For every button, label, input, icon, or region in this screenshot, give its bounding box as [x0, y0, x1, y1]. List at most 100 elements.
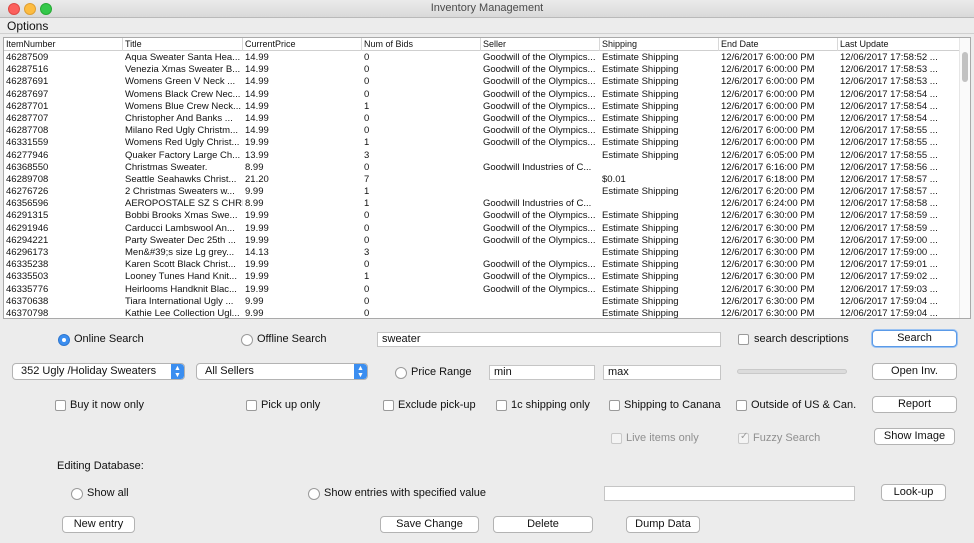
- table-row[interactable]: 46287707 Christopher And Banks ... 14.99 0 G…: [4, 113, 960, 125]
- table-cell: 46287697: [6, 88, 49, 100]
- seller-select[interactable]: All Sellers ▲ ▼: [196, 363, 368, 380]
- table-row[interactable]: 46287509 Aqua Sweater Santa Hea... 14.99 0 G…: [4, 52, 960, 64]
- search-button[interactable]: Search: [872, 330, 957, 347]
- show-all-radio[interactable]: [71, 488, 83, 500]
- table-cell: 12/06/2017 17:59:00 ...: [840, 247, 938, 258]
- column-header[interactable]: Title: [123, 38, 243, 51]
- table-cell: 9.99: [245, 186, 264, 198]
- table-cell: 14.13: [245, 247, 269, 258]
- table-cell: 19.99: [245, 271, 269, 283]
- table-cell: Estimate Shipping: [602, 271, 679, 283]
- column-header[interactable]: Last Update: [838, 38, 960, 51]
- table-cell: 14.99: [245, 76, 269, 88]
- table-row[interactable]: 46370798 Kathie Lee Collection Ugl... 9.99…: [4, 307, 960, 319]
- table-cell: Goodwill of the Olympics...: [483, 222, 596, 234]
- max-price-input[interactable]: max: [603, 365, 721, 380]
- table-cell: 14.99: [245, 64, 269, 76]
- pick-up-only-checkbox[interactable]: [246, 400, 257, 411]
- price-range-radio[interactable]: [395, 367, 407, 379]
- table-row[interactable]: 46291315 Bobbi Brooks Xmas Swe... 19.99 0 Go…: [4, 210, 960, 222]
- exclude-pickup-checkbox[interactable]: [383, 400, 394, 411]
- table-row[interactable]: 46276726 2 Christmas Sweaters w... 9.99 1 Es…: [4, 186, 960, 198]
- online-search-radio[interactable]: [58, 334, 70, 346]
- show-specified-radio[interactable]: [308, 488, 320, 500]
- category-select[interactable]: 352 Ugly /Holiday Sweaters ▲ ▼: [12, 363, 185, 380]
- table-cell: 8.99: [245, 161, 264, 173]
- table-row[interactable]: 46287697 Womens Black Crew Nec... 14.99 0 Go…: [4, 89, 960, 101]
- lookup-button[interactable]: Look-up: [881, 484, 946, 501]
- chevron-updown-icon: ▲ ▼: [171, 364, 184, 379]
- dump-data-button[interactable]: Dump Data: [626, 516, 700, 533]
- column-header[interactable]: ItemNumber: [4, 38, 123, 51]
- table-row[interactable]: 46296173 Men&#39;s size Lg grey... 14.13 3 E…: [4, 247, 960, 259]
- table-cell: Estimate Shipping: [602, 52, 679, 63]
- seller-select-value: All Sellers: [205, 365, 254, 377]
- table-cell: Goodwill Industries of C...: [483, 198, 592, 210]
- column-header[interactable]: Seller: [481, 38, 600, 51]
- column-header[interactable]: End Date: [719, 38, 838, 51]
- min-price-input[interactable]: min: [489, 365, 595, 380]
- table-cell: 46335238: [6, 259, 49, 271]
- table-row[interactable]: 46277946 Quaker Factory Large Ch... 13.99 3…: [4, 150, 960, 162]
- shipping-canada-checkbox[interactable]: [609, 400, 620, 411]
- live-items-checkbox[interactable]: [611, 433, 622, 444]
- show-all-label: Show all: [87, 487, 129, 499]
- table-row[interactable]: 46335776 Heirlooms Handknit Blac... 19.99 0…: [4, 284, 960, 296]
- offline-search-radio[interactable]: [241, 334, 253, 346]
- column-header[interactable]: Num of Bids: [362, 38, 481, 51]
- table-cell: 1: [364, 186, 370, 198]
- buy-it-now-checkbox[interactable]: [55, 400, 66, 411]
- table-cell: 1: [364, 100, 370, 112]
- table-row[interactable]: 46368550 Christmas Sweater. 8.99 0 Goodwill …: [4, 162, 960, 174]
- table-row[interactable]: 46335503 Looney Tunes Hand Knit... 19.99 1 G…: [4, 271, 960, 283]
- table-row[interactable]: 46356596 AEROPOSTALE SZ S CHRI... 8.99 1 Goo…: [4, 198, 960, 210]
- new-entry-button[interactable]: New entry: [62, 516, 135, 533]
- search-input[interactable]: sweater: [377, 332, 721, 347]
- table-cell: 0: [364, 210, 370, 222]
- save-change-button[interactable]: Save Change: [380, 516, 479, 533]
- table-cell: 19.99: [245, 234, 269, 246]
- table-row[interactable]: 46287691 Womens Green V Neck ... 14.99 0 Goo…: [4, 76, 960, 88]
- table-row[interactable]: 46289708 Seattle Seahawks Christ... 21.20 7…: [4, 174, 960, 186]
- fuzzy-search-label: Fuzzy Search: [753, 432, 821, 444]
- table-row[interactable]: 46291946 Carducci Lambswool An... 19.99 0 Go…: [4, 223, 960, 235]
- table-row[interactable]: 46287701 Womens Blue Crew Neck... 14.99 1 Go…: [4, 101, 960, 113]
- show-image-button[interactable]: Show Image: [874, 428, 955, 445]
- table-row[interactable]: 46335238 Karen Scott Black Christ... 19.99…: [4, 259, 960, 271]
- table-cell: 0: [364, 307, 370, 319]
- delete-button[interactable]: Delete: [493, 516, 593, 533]
- table-cell: 14.99: [245, 112, 269, 124]
- table-cell: 12/06/2017 17:58:55 ...: [840, 137, 938, 149]
- table-cell: 12/6/2017 6:30:00 PM: [721, 247, 815, 258]
- search-descriptions-checkbox[interactable]: [738, 334, 749, 345]
- table-row[interactable]: 46294221 Party Sweater Dec 25th ... 19.99 0…: [4, 235, 960, 247]
- fuzzy-search-checkbox[interactable]: ✓: [738, 431, 749, 444]
- menu-options[interactable]: Options: [7, 18, 48, 34]
- table-scrollbar[interactable]: [959, 38, 970, 318]
- table-cell: [481, 174, 600, 186]
- column-header[interactable]: Shipping: [600, 38, 719, 51]
- report-button[interactable]: Report: [872, 396, 957, 413]
- progress-bar: [737, 369, 847, 374]
- table-cell: Estimate Shipping: [602, 125, 679, 137]
- one-cent-shipping-checkbox[interactable]: [496, 400, 507, 411]
- table-cell: Estimate Shipping: [602, 210, 679, 222]
- table-row[interactable]: 46331559 Womens Red Ugly Christ... 19.99 1 G…: [4, 137, 960, 149]
- inventory-table[interactable]: ItemNumber Title CurrentPrice Num of Bids Se…: [3, 37, 971, 319]
- table-row[interactable]: 46287708 Milano Red Ugly Christm... 14.99 0…: [4, 125, 960, 137]
- search-descriptions-label: search descriptions: [754, 333, 849, 345]
- table-cell: 9.99: [245, 307, 264, 319]
- open-inv-button[interactable]: Open Inv.: [872, 363, 957, 380]
- table-row[interactable]: 46287516 Venezia Xmas Sweater B... 14.99 0 G…: [4, 64, 960, 76]
- table-cell: 0: [364, 125, 370, 137]
- table-cell: 12/6/2017 6:20:00 PM: [721, 186, 815, 198]
- table-cell: Estimate Shipping: [602, 283, 679, 295]
- scrollbar-thumb[interactable]: [962, 52, 968, 82]
- table-row[interactable]: 46370638 Tiara International Ugly ... 9.99…: [4, 296, 960, 308]
- outside-us-checkbox[interactable]: [736, 400, 747, 411]
- specified-value-input[interactable]: [604, 486, 855, 501]
- window-title: Inventory Management: [430, 2, 544, 14]
- column-header[interactable]: CurrentPrice: [243, 38, 362, 51]
- table-cell: 12/06/2017 17:58:54 ...: [840, 88, 938, 100]
- table-cell: 12/06/2017 17:58:57 ...: [840, 173, 938, 185]
